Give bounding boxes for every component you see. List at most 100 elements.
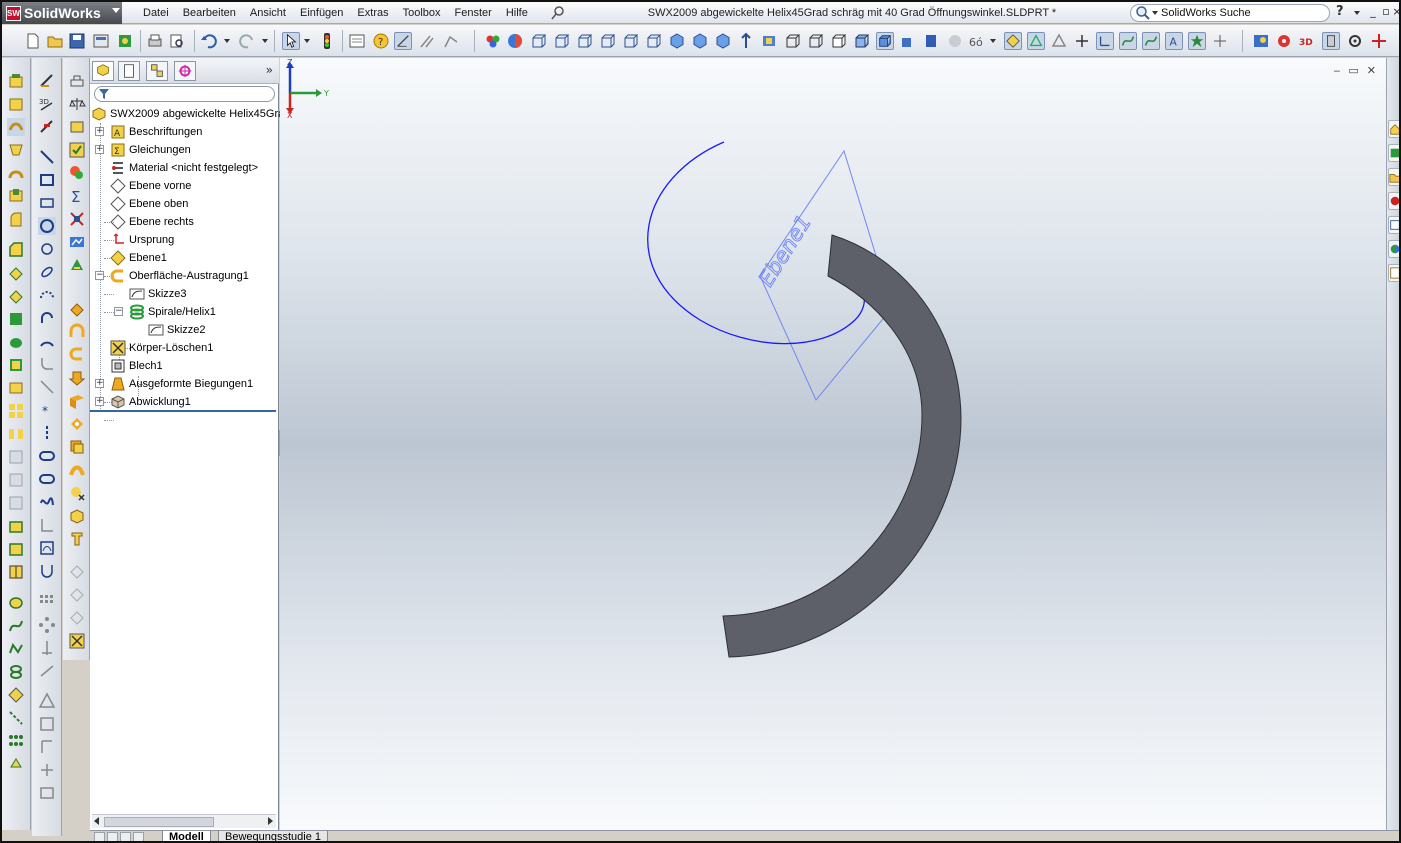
help-dropdown-icon[interactable] — [1354, 11, 1360, 15]
rotate-entities-icon[interactable] — [38, 662, 56, 680]
edge-flange-icon[interactable] — [68, 323, 86, 341]
menu-ansicht[interactable]: Ansicht — [243, 2, 293, 24]
tab-modell[interactable]: Modell — [162, 831, 211, 841]
view-curves-icon[interactable] — [1119, 32, 1137, 50]
open-folder-icon[interactable] — [46, 32, 64, 50]
circle-icon[interactable] — [38, 217, 56, 235]
expand-toggle[interactable]: + — [95, 379, 104, 388]
viewport-restore-icon[interactable]: ▭ — [1348, 64, 1358, 77]
tree-item-beschriftungen[interactable]: A Beschriftungen — [110, 123, 202, 141]
straight-slot-icon[interactable] — [38, 447, 56, 465]
smart-dimension-sketch-icon[interactable] — [38, 118, 56, 136]
sketched-bend-icon[interactable] — [68, 346, 86, 364]
mold-tools-icon[interactable] — [7, 563, 25, 581]
view-front-icon[interactable] — [530, 32, 548, 50]
view-back-icon[interactable] — [553, 32, 571, 50]
view-trimetric-icon[interactable] — [691, 32, 709, 50]
undo-dropdown-icon[interactable] — [224, 39, 230, 43]
shell-icon[interactable] — [7, 287, 25, 305]
view-annotations-icon[interactable]: A — [1165, 32, 1183, 50]
tree-item-ursprung[interactable]: Ursprung — [110, 231, 174, 249]
appearance-icon[interactable] — [484, 32, 502, 50]
sketch-spline-icon[interactable] — [38, 493, 56, 511]
rebuild-icon[interactable] — [318, 32, 336, 50]
linear-pattern-icon[interactable] — [7, 402, 25, 420]
tree-item-koerper-loeschen1[interactable]: Körper-Löschen1 — [110, 339, 213, 357]
view-palette-icon[interactable] — [1388, 216, 1401, 234]
line-icon[interactable] — [38, 148, 56, 166]
print-setup-icon[interactable] — [92, 32, 110, 50]
normal-to-icon[interactable] — [737, 32, 755, 50]
design-check-icon[interactable] — [68, 256, 86, 274]
search-results-icon[interactable] — [1388, 192, 1401, 210]
menu-datei[interactable]: Datei — [136, 2, 176, 24]
print-preview-icon[interactable] — [168, 32, 186, 50]
point-icon[interactable]: * — [38, 401, 56, 419]
menu-extras[interactable]: Extras — [350, 2, 395, 24]
file-properties-icon[interactable] — [348, 32, 366, 50]
view-points-icon[interactable] — [1188, 32, 1206, 50]
rip-icon[interactable] — [68, 563, 86, 581]
spline-icon[interactable] — [7, 617, 25, 635]
tree-item-ebene-oben[interactable]: Ebene oben — [110, 195, 188, 213]
undo-icon[interactable] — [200, 32, 218, 50]
convert-entities-icon[interactable] — [38, 539, 56, 557]
extruded-cut-icon[interactable] — [7, 187, 25, 205]
expand-toggle[interactable]: + — [95, 127, 104, 136]
menu-hilfe[interactable]: Hilfe — [499, 2, 535, 24]
corner-icon[interactable] — [68, 484, 86, 502]
view-dimetric-icon[interactable] — [714, 32, 732, 50]
view-axes-icon[interactable] — [1027, 32, 1045, 50]
hidden-lines-removed-icon[interactable] — [830, 32, 848, 50]
view-sketches-icon[interactable] — [1142, 32, 1160, 50]
select-dropdown-icon[interactable] — [304, 39, 310, 43]
fillet-icon[interactable] — [7, 210, 25, 228]
hole-wizard-icon[interactable] — [7, 379, 25, 397]
curves-icon[interactable] — [7, 448, 25, 466]
view-temporary-axes-icon[interactable] — [1050, 32, 1068, 50]
custom-properties-icon[interactable] — [1388, 264, 1401, 282]
view-right-icon[interactable] — [599, 32, 617, 50]
chamfer-icon[interactable] — [7, 241, 25, 259]
tab-prev-icon[interactable] — [107, 832, 118, 841]
section-view-icon[interactable]: 6ó — [968, 32, 986, 50]
appearances-scenes-icon[interactable] — [1388, 240, 1401, 258]
axis-tool-icon[interactable] — [7, 709, 25, 727]
construction-line-icon[interactable] — [38, 424, 56, 442]
point-pattern-icon[interactable] — [7, 732, 25, 750]
graphics-area[interactable]: Ebene1 ‒ ▭ ✕ Z Y X — [280, 58, 1386, 830]
dome-icon[interactable] — [7, 333, 25, 351]
check-icon[interactable] — [68, 141, 86, 159]
view-bottom-icon[interactable] — [645, 32, 663, 50]
shadows-icon[interactable] — [899, 32, 917, 50]
sketch-relations-icon[interactable] — [418, 32, 436, 50]
sheet-metal-feature-icon[interactable] — [7, 517, 25, 535]
helix-tool-icon[interactable] — [7, 594, 25, 612]
settings-icon[interactable] — [1346, 32, 1364, 50]
view-orientation-icon[interactable] — [760, 32, 778, 50]
tree-item-ausgeformte-biegungen1[interactable]: Ausgeformte Biegungen1 — [110, 375, 253, 393]
tangent-arc-icon[interactable] — [38, 309, 56, 327]
tree-item-spirale-helix1[interactable]: Spirale/Helix1 — [129, 303, 216, 321]
view-sketch-relations-icon[interactable] — [1211, 32, 1229, 50]
sketch-picture-icon[interactable] — [38, 784, 56, 802]
redo-icon[interactable] — [238, 32, 256, 50]
menu-bearbeiten[interactable]: Bearbeiten — [176, 2, 243, 24]
rapid-sketch-icon[interactable] — [38, 761, 56, 779]
trim-entities-icon[interactable] — [38, 562, 56, 580]
redo-dropdown-icon[interactable] — [262, 39, 268, 43]
scroll-thumb[interactable] — [104, 817, 214, 827]
extrude-boss-icon[interactable] — [7, 72, 25, 90]
statistics-icon[interactable]: Σ — [68, 187, 86, 205]
section-properties-icon[interactable] — [68, 118, 86, 136]
collapse-toggle[interactable]: − — [114, 307, 123, 316]
surface-icon[interactable] — [7, 494, 25, 512]
tab-next-icon[interactable] — [120, 832, 131, 841]
projected-curve-icon[interactable] — [7, 663, 25, 681]
base-flange-icon[interactable] — [68, 300, 86, 318]
shaded-with-edges-icon[interactable] — [853, 32, 871, 50]
smart-dimension-icon[interactable] — [394, 32, 412, 50]
view-isometric-icon[interactable] — [668, 32, 686, 50]
display-dropdown-icon[interactable] — [990, 39, 996, 43]
options-icon[interactable] — [116, 32, 134, 50]
